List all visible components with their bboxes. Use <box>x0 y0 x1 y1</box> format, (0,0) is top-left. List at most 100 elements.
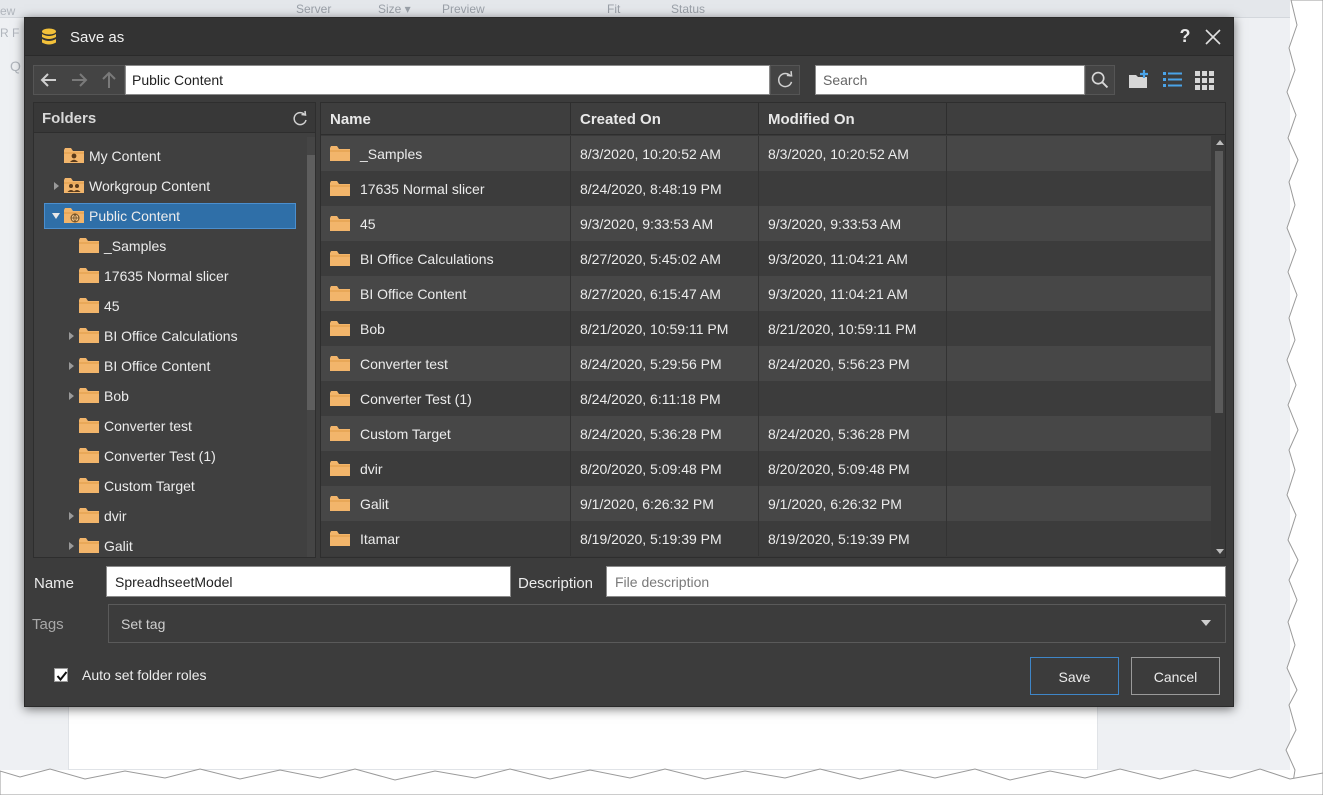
file-list-scrollbar-thumb[interactable] <box>1215 151 1223 413</box>
file-name-cell: BI Office Calculations <box>321 241 571 276</box>
folder-icon <box>79 448 99 463</box>
folder-icon <box>330 356 350 371</box>
file-name: dvir <box>360 461 383 477</box>
folder-tree-label: Custom Target <box>104 478 195 494</box>
search-input[interactable] <box>815 65 1085 95</box>
folder-tree-item[interactable]: Bob <box>34 383 309 409</box>
folder-tree-item[interactable]: My Content <box>34 143 309 169</box>
name-label: Name <box>34 575 75 592</box>
description-input[interactable] <box>606 566 1226 597</box>
refresh-icon[interactable] <box>291 109 309 127</box>
scroll-down-icon[interactable] <box>1216 549 1224 555</box>
created-on-cell: 8/27/2020, 5:45:02 AM <box>571 241 759 276</box>
expand-right-icon[interactable] <box>66 330 76 342</box>
arrow-up-icon[interactable] <box>95 65 123 95</box>
file-row[interactable]: dvir 8/20/2020, 5:09:48 PM 8/20/2020, 5:09… <box>321 451 1211 486</box>
folder-icon <box>79 418 99 433</box>
description-label: Description <box>518 575 594 592</box>
expand-right-icon[interactable] <box>66 390 76 402</box>
grid-view-icon[interactable] <box>1192 68 1216 92</box>
file-name-cell: Itamar <box>321 521 571 556</box>
close-icon[interactable] <box>1203 27 1223 47</box>
background-column: Size ▾ <box>378 2 411 16</box>
file-row[interactable]: _Samples 8/3/2020, 10:20:52 AM 8/3/2020, 1… <box>321 136 1211 171</box>
tags-select[interactable]: Set tag <box>108 604 1226 643</box>
checkmark-icon <box>56 671 68 682</box>
file-name: BI Office Content <box>360 286 467 302</box>
file-row[interactable]: Converter test 8/24/2020, 5:29:56 PM 8/24/… <box>321 346 1211 381</box>
refresh-icon[interactable] <box>770 65 800 95</box>
folder-icon <box>330 391 350 406</box>
column-header-modified[interactable]: Modified On <box>759 103 947 135</box>
column-header-name[interactable]: Name <box>321 103 571 135</box>
chevron-down-icon[interactable] <box>1200 619 1212 627</box>
expand-right-icon[interactable] <box>51 180 61 192</box>
background-text: Q <box>10 58 21 74</box>
folder-icon <box>79 538 99 553</box>
group-folder-icon <box>64 178 84 193</box>
help-button[interactable]: ? <box>1177 26 1193 47</box>
arrow-left-icon[interactable] <box>35 65 63 95</box>
arrow-right-icon[interactable] <box>65 65 93 95</box>
folder-icon <box>330 531 350 546</box>
folder-tree-item[interactable]: Public Content <box>34 203 309 229</box>
scroll-up-icon[interactable] <box>1216 139 1224 145</box>
modified-on-cell: 8/20/2020, 5:09:48 PM <box>759 451 947 486</box>
folder-tree-item[interactable]: BI Office Content <box>34 353 309 379</box>
list-view-icon[interactable] <box>1160 68 1184 92</box>
expand-right-icon[interactable] <box>66 360 76 372</box>
folder-tree-item[interactable]: Converter test <box>34 413 309 439</box>
auto-set-folder-roles-checkbox[interactable] <box>54 668 68 682</box>
folder-tree-label: BI Office Content <box>104 358 211 374</box>
file-row[interactable]: Converter Test (1) 8/24/2020, 6:11:18 PM <box>321 381 1211 416</box>
file-row[interactable]: BI Office Calculations 8/27/2020, 5:45:02… <box>321 241 1211 276</box>
expand-right-icon[interactable] <box>66 540 76 552</box>
folder-icon <box>79 508 99 523</box>
modified-on-cell <box>759 381 947 416</box>
file-name-cell: BI Office Content <box>321 276 571 311</box>
file-name-cell: Custom Target <box>321 416 571 451</box>
folder-tree-label: 45 <box>104 298 120 314</box>
file-row[interactable]: Galit 9/1/2020, 6:26:32 PM 9/1/2020, 6:26:… <box>321 486 1211 521</box>
file-name: Converter test <box>360 356 448 372</box>
folder-icon <box>79 358 99 373</box>
folder-tree-item[interactable]: 45 <box>34 293 309 319</box>
file-name: Galit <box>360 496 389 512</box>
new-folder-icon[interactable] <box>1127 68 1151 92</box>
folder-tree-item[interactable]: BI Office Calculations <box>34 323 309 349</box>
file-row[interactable]: 17635 Normal slicer 8/24/2020, 8:48:19 PM <box>321 171 1211 206</box>
search-icon[interactable] <box>1085 65 1115 95</box>
created-on-cell: 8/21/2020, 10:59:11 PM <box>571 311 759 346</box>
folder-tree-label: _Samples <box>104 238 167 254</box>
file-row[interactable]: Custom Target 8/24/2020, 5:36:28 PM 8/24/2… <box>321 416 1211 451</box>
save-button[interactable]: Save <box>1030 657 1119 695</box>
torn-edge-right <box>1285 0 1323 795</box>
cancel-button[interactable]: Cancel <box>1131 657 1220 695</box>
tags-label: Tags <box>32 616 64 633</box>
file-name: 45 <box>360 216 376 232</box>
folder-tree-item[interactable]: dvir <box>34 503 309 529</box>
folder-tree-item[interactable]: Custom Target <box>34 473 309 499</box>
name-input[interactable] <box>106 566 511 597</box>
folders-panel: Folders My Content Workgroup Content Publi… <box>33 102 316 558</box>
file-row[interactable]: BI Office Content 8/27/2020, 6:15:47 AM 9/… <box>321 276 1211 311</box>
modified-on-cell: 9/3/2020, 11:04:21 AM <box>759 241 947 276</box>
expand-right-icon[interactable] <box>66 510 76 522</box>
column-header-created[interactable]: Created On <box>571 103 759 135</box>
folder-tree-item[interactable]: _Samples <box>34 233 309 259</box>
file-row[interactable]: Bob 8/21/2020, 10:59:11 PM 8/21/2020, 10:5… <box>321 311 1211 346</box>
file-name: _Samples <box>360 146 423 162</box>
torn-edge-bottom <box>0 768 1323 795</box>
modified-on-cell: 9/1/2020, 6:26:32 PM <box>759 486 947 521</box>
created-on-cell: 8/3/2020, 10:20:52 AM <box>571 136 759 171</box>
folder-icon <box>79 478 99 493</box>
path-input[interactable] <box>125 65 770 95</box>
file-row[interactable]: Itamar 8/19/2020, 5:19:39 PM 8/19/2020, 5:… <box>321 521 1211 556</box>
folder-tree-item[interactable]: Galit <box>34 533 309 557</box>
folder-tree-item[interactable]: Workgroup Content <box>34 173 309 199</box>
expand-down-icon[interactable] <box>51 210 61 222</box>
file-row[interactable]: 45 9/3/2020, 9:33:53 AM 9/3/2020, 9:33:53 … <box>321 206 1211 241</box>
folder-tree-item[interactable]: 17635 Normal slicer <box>34 263 309 289</box>
folder-tree-item[interactable]: Converter Test (1) <box>34 443 309 469</box>
folders-scrollbar-thumb[interactable] <box>307 155 315 410</box>
